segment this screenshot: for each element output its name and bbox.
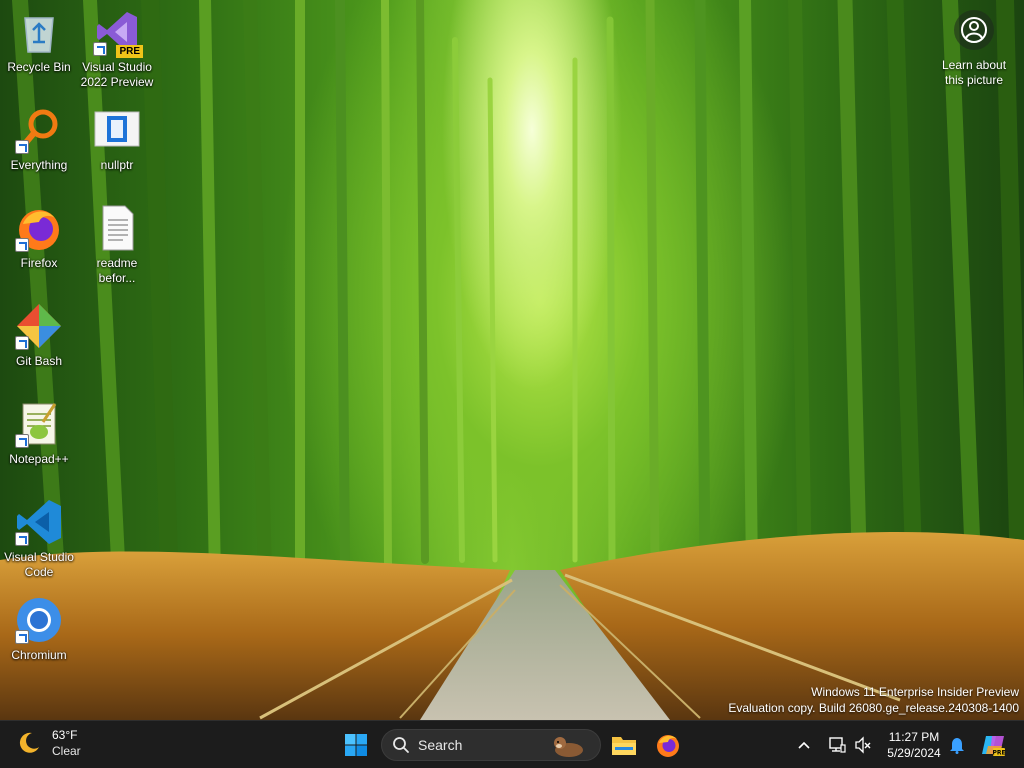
- desktop-icon-notepad-plus-plus[interactable]: Notepad++: [0, 400, 78, 467]
- firefox-icon: [15, 204, 63, 252]
- camera-info-icon: [954, 10, 994, 50]
- copilot-icon: PRE: [982, 736, 1006, 757]
- search-icon: [393, 737, 409, 753]
- desktop-icon-readme[interactable]: readme befor...: [78, 204, 156, 286]
- search-highlight-otter-icon: [554, 737, 583, 757]
- shortcut-arrow-icon: [15, 140, 29, 154]
- clock-date: 5/29/2024: [887, 746, 941, 760]
- desktop-icon-label: Git Bash: [15, 354, 63, 368]
- notepad-plus-plus-icon: [15, 400, 63, 448]
- chromium-icon: [15, 596, 63, 644]
- os-watermark: Windows 11 Enterprise Insider Preview Ev…: [728, 684, 1019, 716]
- vscode-icon: [15, 498, 63, 546]
- search-placeholder: Search: [418, 737, 463, 753]
- bell-icon: [950, 738, 964, 754]
- visual-studio-icon: PRE: [93, 8, 143, 58]
- weather-condition: Clear: [52, 744, 81, 758]
- desktop-icon-label: readme befor...: [96, 256, 138, 285]
- folder-document-icon: [93, 106, 141, 154]
- desktop-icon-everything[interactable]: Everything: [0, 106, 78, 173]
- desktop-icon-label: Recycle Bin: [7, 60, 71, 74]
- start-button[interactable]: [338, 727, 374, 763]
- desktop-icon-recycle-bin[interactable]: Recycle Bin: [0, 8, 78, 75]
- moon-icon: [19, 732, 39, 753]
- watermark-line-2: Evaluation copy. Build 26080.ge_release.…: [728, 701, 1019, 715]
- system-clock[interactable]: 11:27 PM 5/29/2024: [880, 729, 948, 761]
- network-status-button[interactable]: [824, 727, 850, 763]
- taskbar-firefox[interactable]: [650, 727, 686, 763]
- learn-about-picture-label: Learn about this picture: [941, 58, 1007, 87]
- shortcut-arrow-icon: [15, 532, 29, 546]
- show-hidden-icons-button[interactable]: [790, 727, 818, 763]
- desktop-icon-chromium[interactable]: Chromium: [0, 596, 78, 663]
- taskbar-search-box[interactable]: Search: [381, 729, 601, 761]
- everything-search-icon: [15, 106, 63, 154]
- copilot-button[interactable]: PRE: [976, 727, 1010, 763]
- shortcut-arrow-icon: [93, 42, 107, 56]
- shortcut-arrow-icon: [15, 336, 29, 350]
- file-explorer-icon: [612, 737, 636, 755]
- recycle-bin-icon: [15, 8, 63, 56]
- shortcut-arrow-icon: [15, 630, 29, 644]
- desktop-icon-label: Visual Studio Code: [4, 550, 74, 579]
- chevron-up-icon: [798, 741, 810, 749]
- notifications-button[interactable]: [944, 727, 970, 763]
- clock-time: 11:27 PM: [888, 730, 940, 744]
- desktop-icon-firefox[interactable]: Firefox: [0, 204, 78, 271]
- volume-button[interactable]: [850, 727, 876, 763]
- desktop-icon-label: Everything: [10, 158, 68, 172]
- firefox-icon: [657, 735, 679, 757]
- desktop-icon-nullptr[interactable]: nullptr: [78, 106, 156, 173]
- desktop-icon-label: nullptr: [100, 158, 134, 172]
- git-bash-icon: [15, 302, 63, 350]
- desktop-icon-label: Visual Studio 2022 Preview: [80, 60, 154, 89]
- shortcut-arrow-icon: [15, 238, 29, 252]
- weather-widget[interactable]: 63°F Clear: [16, 727, 81, 759]
- weather-temperature: 63°F: [52, 728, 78, 742]
- windows-logo-icon: [345, 734, 367, 756]
- desktop-icon-visual-studio-preview[interactable]: PRE Visual Studio 2022 Preview: [78, 8, 156, 90]
- shortcut-arrow-icon: [15, 434, 29, 448]
- pre-badge-glyph: PRE: [992, 750, 1005, 757]
- volume-muted-icon: [855, 736, 871, 754]
- watermark-line-1: Windows 11 Enterprise Insider Preview: [811, 685, 1019, 699]
- network-icon: [829, 737, 846, 753]
- desktop-icon-label: Firefox: [20, 256, 58, 270]
- taskbar-file-explorer[interactable]: [606, 727, 642, 763]
- text-file-icon: [93, 204, 141, 252]
- pre-badge: PRE: [116, 45, 143, 58]
- desktop-icon-label: Notepad++: [9, 452, 69, 466]
- desktop-icon-label: Chromium: [11, 648, 67, 662]
- learn-about-picture-button[interactable]: Learn about this picture: [932, 10, 1016, 88]
- desktop-icon-vscode[interactable]: Visual Studio Code: [0, 498, 78, 580]
- taskbar: 63°F Clear Search 11:27 PM 5/29/2024 PRE: [0, 720, 1024, 768]
- desktop-icon-git-bash[interactable]: Git Bash: [0, 302, 78, 369]
